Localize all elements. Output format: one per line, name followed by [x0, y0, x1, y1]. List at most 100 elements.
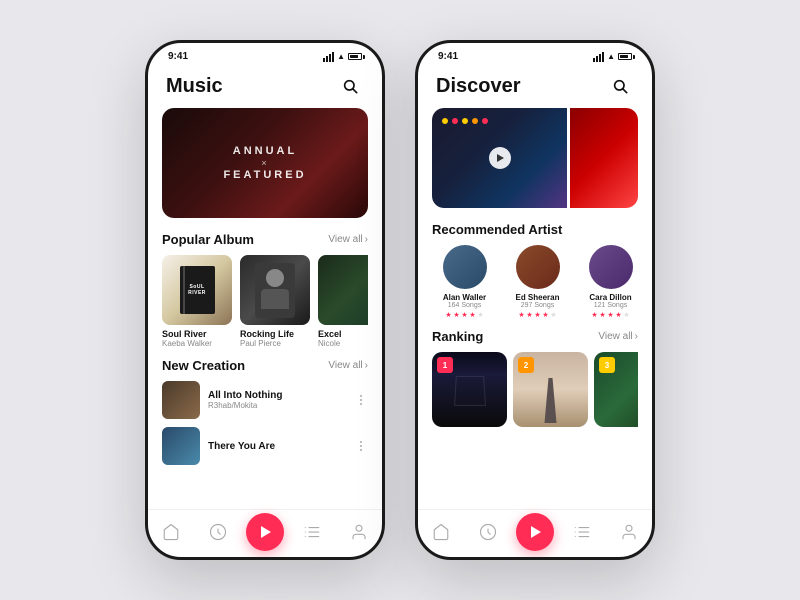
new-creation-view-all[interactable]: View all ›: [328, 360, 368, 371]
artist-card-1[interactable]: Ed Sheeran 297 Songs ★ ★ ★ ★ ★: [505, 245, 570, 319]
ranking-section: Ranking View all › 1 2: [418, 329, 652, 437]
album-artist-1: Paul Pierce: [240, 339, 310, 348]
artist-avatar-0: [443, 245, 487, 289]
status-bar-1: 9:41 ▲: [148, 43, 382, 66]
popular-album-header: Popular Album View all ›: [162, 232, 368, 247]
ranking-row: 1 2 3: [432, 352, 638, 427]
track-item-1[interactable]: There You Are: [162, 427, 368, 465]
discover-hero[interactable]: [432, 108, 638, 208]
music-phone: 9:41 ▲ Music ANNUAL: [145, 40, 385, 560]
artist-name-0: Alan Waller: [432, 293, 497, 302]
rank-badge-2: 3: [599, 357, 615, 373]
album-excel[interactable]: Excel Nicole: [318, 255, 368, 348]
hero-play-overlay[interactable]: [489, 147, 511, 169]
track-item-0[interactable]: All Into Nothing R3hab/Mokita: [162, 381, 368, 419]
disco-lights: [442, 118, 557, 124]
track-info-1: There You Are: [208, 441, 346, 452]
nav-discover-2[interactable]: [470, 514, 506, 550]
artist-avatar-1: [516, 245, 560, 289]
time-2: 9:41: [438, 51, 458, 62]
rank-card-1[interactable]: 2: [513, 352, 588, 427]
artist-stars-1: ★ ★ ★ ★ ★: [505, 312, 570, 319]
track-info-0: All Into Nothing R3hab/Mokita: [208, 390, 346, 410]
album-art-soul-river: SoULRIVER: [162, 255, 232, 325]
artists-row: Alan Waller 164 Songs ★ ★ ★ ★ ★ Ed Sheer…: [432, 245, 638, 319]
nav-discover[interactable]: [200, 514, 236, 550]
artist-name-2: Cara Dillon: [578, 293, 638, 302]
hero-banner[interactable]: ANNUAL × FEATURED: [162, 108, 368, 218]
nav-profile-2[interactable]: [611, 514, 647, 550]
track-more-0[interactable]: [354, 393, 368, 407]
artist-card-0[interactable]: Alan Waller 164 Songs ★ ★ ★ ★ ★: [432, 245, 497, 319]
ranking-header: Ranking View all ›: [432, 329, 638, 344]
ranking-view-all[interactable]: View all ›: [598, 331, 638, 342]
recommended-artist-section: Recommended Artist Alan Waller 164 Songs…: [418, 222, 652, 329]
rank-badge-1: 2: [518, 357, 534, 373]
artist-card-2[interactable]: Cara Dillon 121 Songs ★ ★ ★ ★ ★: [578, 245, 638, 319]
battery-icon: [348, 53, 362, 60]
track-more-1[interactable]: [354, 439, 368, 453]
new-creation-header: New Creation View all ›: [162, 358, 368, 373]
music-header: Music: [148, 66, 382, 108]
search-button[interactable]: [336, 72, 364, 100]
album-rocking-life[interactable]: Rocking Life Paul Pierce: [240, 255, 310, 348]
nav-play-button[interactable]: [246, 513, 284, 551]
nav-home[interactable]: [153, 514, 189, 550]
popular-album-view-all[interactable]: View all ›: [328, 234, 368, 245]
track-artist-0: R3hab/Mokita: [208, 401, 346, 410]
status-icons-1: ▲: [323, 52, 362, 62]
artist-stars-2: ★ ★ ★ ★ ★: [578, 312, 638, 319]
time-1: 9:41: [168, 51, 188, 62]
popular-album-title: Popular Album: [162, 232, 254, 247]
wifi-icon: ▲: [337, 52, 345, 61]
discover-content: Recommended Artist Alan Waller 164 Songs…: [418, 108, 652, 509]
discover-header: Discover: [418, 66, 652, 108]
status-icons-2: ▲: [593, 52, 632, 62]
rank-badge-0: 1: [437, 357, 453, 373]
wifi-icon-2: ▲: [607, 52, 615, 61]
album-art-excel: [318, 255, 368, 325]
new-creation-section: New Creation View all › All Into Nothing…: [148, 358, 382, 475]
rank-card-2[interactable]: 3: [594, 352, 638, 427]
music-content: ANNUAL × FEATURED Popular Album View all…: [148, 108, 382, 509]
hero-play-icon: [497, 154, 504, 162]
artist-stars-0: ★ ★ ★ ★ ★: [432, 312, 497, 319]
status-bar-2: 9:41 ▲: [418, 43, 652, 66]
recommended-artist-title: Recommended Artist: [432, 222, 562, 237]
track-thumb-1: [162, 427, 200, 465]
nav-play-button-2[interactable]: [516, 513, 554, 551]
album-name-1: Rocking Life: [240, 329, 310, 339]
track-name-0: All Into Nothing: [208, 390, 346, 401]
play-icon: [261, 526, 271, 538]
nav-profile[interactable]: [341, 514, 377, 550]
music-title: Music: [166, 75, 223, 98]
nav-list-2[interactable]: [564, 514, 600, 550]
artist-songs-0: 164 Songs: [432, 302, 497, 309]
albums-row: SoULRIVER Soul River Kaeba Walker: [162, 255, 368, 348]
bottom-nav-1: [148, 509, 382, 557]
nav-list[interactable]: [294, 514, 330, 550]
discover-hero-main: [432, 108, 567, 208]
hero-cross: ×: [223, 158, 306, 168]
hero-line1: ANNUAL: [223, 145, 306, 157]
hero-line2: FEATURED: [223, 169, 306, 181]
ranking-title: Ranking: [432, 329, 483, 344]
recommended-artist-header: Recommended Artist: [432, 222, 638, 237]
rank-card-0[interactable]: 1: [432, 352, 507, 427]
popular-album-section: Popular Album View all › SoULRIVER: [148, 232, 382, 358]
discover-search-button[interactable]: [606, 72, 634, 100]
track-thumb-0: [162, 381, 200, 419]
signal-icon-2: [593, 52, 604, 62]
artist-songs-2: 121 Songs: [578, 302, 638, 309]
album-soul-river[interactable]: SoULRIVER Soul River Kaeba Walker: [162, 255, 232, 348]
signal-icon: [323, 52, 334, 62]
artist-songs-1: 297 Songs: [505, 302, 570, 309]
album-artist-0: Kaeba Walker: [162, 339, 232, 348]
nav-home-2[interactable]: [423, 514, 459, 550]
battery-icon-2: [618, 53, 632, 60]
discover-phone: 9:41 ▲ Discover: [415, 40, 655, 560]
artist-avatar-2: [589, 245, 633, 289]
play-icon-2: [531, 526, 541, 538]
album-name-2: Excel: [318, 329, 368, 339]
album-artist-2: Nicole: [318, 339, 368, 348]
